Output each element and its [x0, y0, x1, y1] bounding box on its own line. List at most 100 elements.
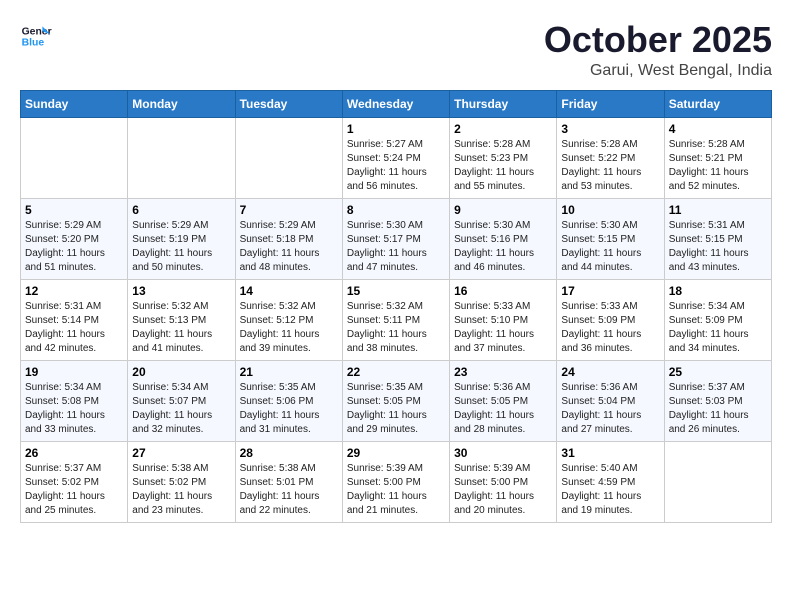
calendar-cell: 14Sunrise: 5:32 AM Sunset: 5:12 PM Dayli… [235, 279, 342, 360]
day-number: 28 [240, 446, 338, 460]
calendar-cell [664, 441, 771, 522]
day-number: 18 [669, 284, 767, 298]
calendar-week-row: 19Sunrise: 5:34 AM Sunset: 5:08 PM Dayli… [21, 360, 772, 441]
day-number: 13 [132, 284, 230, 298]
calendar-cell: 25Sunrise: 5:37 AM Sunset: 5:03 PM Dayli… [664, 360, 771, 441]
logo-icon: General Blue [20, 20, 52, 52]
weekday-header-monday: Monday [128, 90, 235, 117]
day-number: 25 [669, 365, 767, 379]
day-info: Sunrise: 5:28 AM Sunset: 5:22 PM Dayligh… [561, 138, 659, 194]
calendar-cell [235, 117, 342, 198]
day-number: 7 [240, 203, 338, 217]
calendar-cell: 13Sunrise: 5:32 AM Sunset: 5:13 PM Dayli… [128, 279, 235, 360]
day-number: 17 [561, 284, 659, 298]
weekday-header-row: SundayMondayTuesdayWednesdayThursdayFrid… [21, 90, 772, 117]
day-info: Sunrise: 5:30 AM Sunset: 5:16 PM Dayligh… [454, 219, 552, 275]
weekday-header-tuesday: Tuesday [235, 90, 342, 117]
calendar-week-row: 26 Sunrise: 5:37 AM Sunset: 5:02 PM Dayli… [21, 441, 772, 522]
day-info: Sunrise: 5:35 AM Sunset: 5:06 PM Dayligh… [240, 381, 338, 437]
day-number: 30 [454, 446, 552, 460]
day-number: 3 [561, 122, 659, 136]
day-info: Sunrise: 5:37 AM Sunset: 5:02 PM Dayligh… [25, 462, 123, 518]
calendar-cell: 23 Sunrise: 5:36 AM Sunset: 5:05 PM Dayli… [450, 360, 557, 441]
calendar-cell: 19Sunrise: 5:34 AM Sunset: 5:08 PM Dayli… [21, 360, 128, 441]
day-info: Sunrise: 5:40 AM Sunset: 4:59 PM Dayligh… [561, 462, 659, 518]
day-number: 23 [454, 365, 552, 379]
day-info: Sunrise: 5:28 AM Sunset: 5:23 PM Dayligh… [454, 138, 552, 194]
weekday-header-saturday: Saturday [664, 90, 771, 117]
day-number: 10 [561, 203, 659, 217]
day-info: Sunrise: 5:28 AM Sunset: 5:21 PM Dayligh… [669, 138, 767, 194]
day-number: 2 [454, 122, 552, 136]
calendar-cell: 20 Sunrise: 5:34 AM Sunset: 5:07 PM Dayli… [128, 360, 235, 441]
day-info: Sunrise: 5:29 AM Sunset: 5:20 PM Dayligh… [25, 219, 123, 275]
calendar-cell: 5 Sunrise: 5:29 AM Sunset: 5:20 PM Daylig… [21, 198, 128, 279]
calendar-cell: 26 Sunrise: 5:37 AM Sunset: 5:02 PM Dayli… [21, 441, 128, 522]
day-number: 6 [132, 203, 230, 217]
calendar-cell: 4 Sunrise: 5:28 AM Sunset: 5:21 PM Daylig… [664, 117, 771, 198]
day-number: 14 [240, 284, 338, 298]
day-info: Sunrise: 5:30 AM Sunset: 5:15 PM Dayligh… [561, 219, 659, 275]
weekday-header-sunday: Sunday [21, 90, 128, 117]
calendar-cell: 1Sunrise: 5:27 AM Sunset: 5:24 PM Daylig… [342, 117, 449, 198]
page-header: General Blue October 2025 Garui, West Be… [20, 20, 772, 80]
calendar-cell: 2 Sunrise: 5:28 AM Sunset: 5:23 PM Daylig… [450, 117, 557, 198]
day-info: Sunrise: 5:29 AM Sunset: 5:19 PM Dayligh… [132, 219, 230, 275]
weekday-header-wednesday: Wednesday [342, 90, 449, 117]
calendar-cell: 31 Sunrise: 5:40 AM Sunset: 4:59 PM Dayli… [557, 441, 664, 522]
calendar-cell [21, 117, 128, 198]
day-info: Sunrise: 5:38 AM Sunset: 5:02 PM Dayligh… [132, 462, 230, 518]
day-number: 26 [25, 446, 123, 460]
calendar-cell: 22Sunrise: 5:35 AM Sunset: 5:05 PM Dayli… [342, 360, 449, 441]
day-info: Sunrise: 5:30 AM Sunset: 5:17 PM Dayligh… [347, 219, 445, 275]
day-info: Sunrise: 5:33 AM Sunset: 5:09 PM Dayligh… [561, 300, 659, 356]
location: Garui, West Bengal, India [544, 62, 772, 80]
calendar-cell: 24Sunrise: 5:36 AM Sunset: 5:04 PM Dayli… [557, 360, 664, 441]
day-number: 21 [240, 365, 338, 379]
calendar-week-row: 5 Sunrise: 5:29 AM Sunset: 5:20 PM Daylig… [21, 198, 772, 279]
calendar-cell: 8Sunrise: 5:30 AM Sunset: 5:17 PM Daylig… [342, 198, 449, 279]
calendar-cell: 9 Sunrise: 5:30 AM Sunset: 5:16 PM Daylig… [450, 198, 557, 279]
day-info: Sunrise: 5:39 AM Sunset: 5:00 PM Dayligh… [347, 462, 445, 518]
day-info: Sunrise: 5:31 AM Sunset: 5:14 PM Dayligh… [25, 300, 123, 356]
day-number: 15 [347, 284, 445, 298]
day-info: Sunrise: 5:33 AM Sunset: 5:10 PM Dayligh… [454, 300, 552, 356]
day-info: Sunrise: 5:27 AM Sunset: 5:24 PM Dayligh… [347, 138, 445, 194]
calendar-week-row: 1Sunrise: 5:27 AM Sunset: 5:24 PM Daylig… [21, 117, 772, 198]
day-number: 12 [25, 284, 123, 298]
calendar-cell: 27 Sunrise: 5:38 AM Sunset: 5:02 PM Dayli… [128, 441, 235, 522]
title-block: October 2025 Garui, West Bengal, India [544, 20, 772, 80]
calendar-cell: 21 Sunrise: 5:35 AM Sunset: 5:06 PM Dayli… [235, 360, 342, 441]
day-info: Sunrise: 5:38 AM Sunset: 5:01 PM Dayligh… [240, 462, 338, 518]
calendar-cell: 15 Sunrise: 5:32 AM Sunset: 5:11 PM Dayli… [342, 279, 449, 360]
day-number: 16 [454, 284, 552, 298]
calendar-cell: 28 Sunrise: 5:38 AM Sunset: 5:01 PM Dayli… [235, 441, 342, 522]
day-number: 9 [454, 203, 552, 217]
day-number: 31 [561, 446, 659, 460]
day-number: 11 [669, 203, 767, 217]
day-info: Sunrise: 5:35 AM Sunset: 5:05 PM Dayligh… [347, 381, 445, 437]
day-number: 24 [561, 365, 659, 379]
weekday-header-thursday: Thursday [450, 90, 557, 117]
month-title: October 2025 [544, 20, 772, 60]
day-info: Sunrise: 5:34 AM Sunset: 5:08 PM Dayligh… [25, 381, 123, 437]
day-info: Sunrise: 5:32 AM Sunset: 5:11 PM Dayligh… [347, 300, 445, 356]
day-number: 20 [132, 365, 230, 379]
day-number: 5 [25, 203, 123, 217]
day-number: 4 [669, 122, 767, 136]
day-info: Sunrise: 5:31 AM Sunset: 5:15 PM Dayligh… [669, 219, 767, 275]
calendar-cell: 29 Sunrise: 5:39 AM Sunset: 5:00 PM Dayli… [342, 441, 449, 522]
calendar-cell: 7 Sunrise: 5:29 AM Sunset: 5:18 PM Daylig… [235, 198, 342, 279]
calendar-cell: 12 Sunrise: 5:31 AM Sunset: 5:14 PM Dayli… [21, 279, 128, 360]
calendar-cell: 3 Sunrise: 5:28 AM Sunset: 5:22 PM Daylig… [557, 117, 664, 198]
day-number: 29 [347, 446, 445, 460]
day-number: 27 [132, 446, 230, 460]
calendar-cell: 18Sunrise: 5:34 AM Sunset: 5:09 PM Dayli… [664, 279, 771, 360]
day-info: Sunrise: 5:36 AM Sunset: 5:05 PM Dayligh… [454, 381, 552, 437]
day-info: Sunrise: 5:29 AM Sunset: 5:18 PM Dayligh… [240, 219, 338, 275]
calendar-cell: 11 Sunrise: 5:31 AM Sunset: 5:15 PM Dayli… [664, 198, 771, 279]
calendar-cell: 16 Sunrise: 5:33 AM Sunset: 5:10 PM Dayli… [450, 279, 557, 360]
day-info: Sunrise: 5:34 AM Sunset: 5:07 PM Dayligh… [132, 381, 230, 437]
calendar-cell: 10 Sunrise: 5:30 AM Sunset: 5:15 PM Dayli… [557, 198, 664, 279]
svg-text:Blue: Blue [22, 38, 45, 49]
